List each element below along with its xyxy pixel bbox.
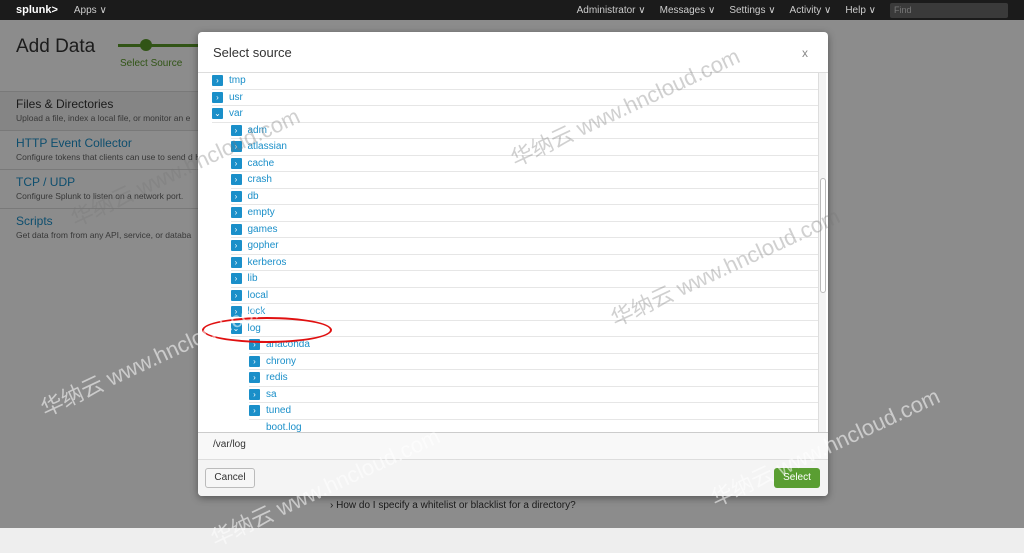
- tree-node[interactable]: › db: [230, 189, 818, 205]
- top-nav-bar: splunk> Apps ∨ Administrator ∨ Messages ∨…: [0, 0, 1024, 20]
- tree-node[interactable]: boot.log: [249, 420, 818, 432]
- tree-node[interactable]: ⌄ var: [212, 106, 818, 123]
- tree-node[interactable]: › local: [230, 288, 818, 304]
- tree-node-label[interactable]: local: [248, 290, 269, 301]
- tree-node[interactable]: › tuned: [249, 403, 818, 420]
- tree-node-label[interactable]: kerberos: [248, 257, 287, 268]
- select-source-modal: Select source x › tmp › usr ⌄ var › adm › atlassi…: [198, 32, 828, 496]
- directory-tree: › tmp › usr ⌄ var › adm › atlassian › cache › crash › d…: [198, 73, 828, 432]
- tree-node-label[interactable]: games: [248, 224, 278, 235]
- nav-menu-item[interactable]: Administrator ∨: [577, 5, 646, 16]
- tree-scrollbar[interactable]: [818, 73, 826, 432]
- chevron-right-icon[interactable]: ›: [230, 141, 242, 153]
- tree-node[interactable]: › sa: [249, 387, 818, 403]
- tree-node-label[interactable]: empty: [248, 207, 275, 218]
- tree-node[interactable]: › redis: [249, 370, 818, 387]
- tree-node[interactable]: › kerberos: [230, 255, 818, 271]
- nav-menu-item[interactable]: Settings ∨: [729, 5, 775, 16]
- tree-node-label[interactable]: adm: [248, 125, 267, 136]
- chevron-right-icon[interactable]: ›: [249, 405, 260, 417]
- tree-node-label[interactable]: atlassian: [248, 141, 287, 152]
- tree-node-label[interactable]: gopher: [248, 240, 279, 251]
- chevron-right-icon[interactable]: ›: [230, 174, 242, 186]
- tree-node[interactable]: › tmp: [212, 73, 818, 90]
- nav-menu-item[interactable]: Help ∨: [845, 5, 876, 16]
- splunk-logo[interactable]: splunk>: [16, 4, 58, 16]
- chevron-right-icon[interactable]: ›: [230, 289, 242, 301]
- nav-menu-item[interactable]: Messages ∨: [660, 5, 716, 16]
- chevron-right-icon[interactable]: ›: [249, 372, 260, 384]
- modal-footer: Cancel Select: [198, 460, 828, 496]
- annotation-ellipse: [202, 317, 332, 343]
- chevron-right-icon[interactable]: ›: [249, 388, 260, 400]
- tree-node[interactable]: › games: [230, 222, 818, 238]
- chevron-right-icon[interactable]: ›: [230, 157, 242, 169]
- user-nav: Administrator ∨ Messages ∨ Settings ∨ Activ…: [577, 0, 1024, 20]
- tree-node[interactable]: › lib: [230, 271, 818, 288]
- chevron-right-icon[interactable]: ›: [230, 273, 242, 285]
- chevron-right-icon[interactable]: ›: [212, 91, 223, 103]
- tree-node[interactable]: › empty: [230, 205, 818, 222]
- tree-node[interactable]: › usr: [212, 90, 818, 106]
- tree-node-label[interactable]: lib: [248, 273, 258, 284]
- tree-node[interactable]: › atlassian: [230, 139, 818, 156]
- chevron-right-icon[interactable]: ›: [230, 256, 242, 268]
- chevron-right-icon[interactable]: ›: [230, 240, 242, 252]
- tree-node[interactable]: › anaconda: [249, 337, 818, 354]
- chevron-right-icon[interactable]: ›: [230, 190, 242, 202]
- tree-node-label[interactable]: var: [229, 108, 243, 119]
- tree-node-label[interactable]: tmp: [229, 75, 246, 86]
- tree-node-label[interactable]: boot.log: [266, 422, 302, 432]
- close-icon[interactable]: x: [802, 46, 808, 60]
- search-input[interactable]: Find: [890, 2, 1008, 18]
- tree-node-label[interactable]: cache: [248, 158, 275, 169]
- tree-node[interactable]: › lock: [230, 304, 818, 321]
- chevron-right-icon[interactable]: ›: [212, 75, 223, 87]
- tree-node[interactable]: › chrony: [249, 354, 818, 370]
- selected-path: /var/log: [198, 432, 828, 460]
- cancel-button[interactable]: Cancel: [205, 468, 255, 488]
- chevron-right-icon[interactable]: ›: [249, 355, 260, 367]
- apps-menu[interactable]: Apps ∨: [74, 5, 107, 16]
- tree-node-label[interactable]: db: [248, 191, 259, 202]
- scrollbar-thumb[interactable]: [820, 178, 826, 293]
- tree-node[interactable]: › adm: [230, 123, 818, 139]
- tree-node-label[interactable]: crash: [248, 174, 272, 185]
- tree-node[interactable]: › crash: [230, 172, 818, 189]
- select-button[interactable]: Select: [774, 468, 820, 488]
- tree-node-label[interactable]: chrony: [266, 356, 296, 367]
- nav-menu-item[interactable]: Activity ∨: [790, 5, 832, 16]
- tree-node[interactable]: › gopher: [230, 238, 818, 255]
- tree-node-label[interactable]: usr: [229, 92, 243, 103]
- chevron-right-icon[interactable]: ›: [230, 223, 242, 235]
- chevron-right-icon[interactable]: ›: [230, 124, 242, 136]
- tree-node-label[interactable]: sa: [266, 389, 277, 400]
- tree-node-label[interactable]: redis: [266, 372, 288, 383]
- tree-node[interactable]: › cache: [230, 156, 818, 172]
- tree-node-label[interactable]: lock: [248, 306, 266, 317]
- chevron-right-icon[interactable]: ›: [230, 306, 242, 318]
- chevron-right-icon[interactable]: ›: [230, 207, 242, 219]
- chevron-down-icon[interactable]: ⌄: [212, 108, 223, 120]
- modal-header: Select source x: [198, 32, 828, 73]
- modal-title: Select source: [213, 45, 292, 60]
- tree-node-label[interactable]: tuned: [266, 405, 291, 416]
